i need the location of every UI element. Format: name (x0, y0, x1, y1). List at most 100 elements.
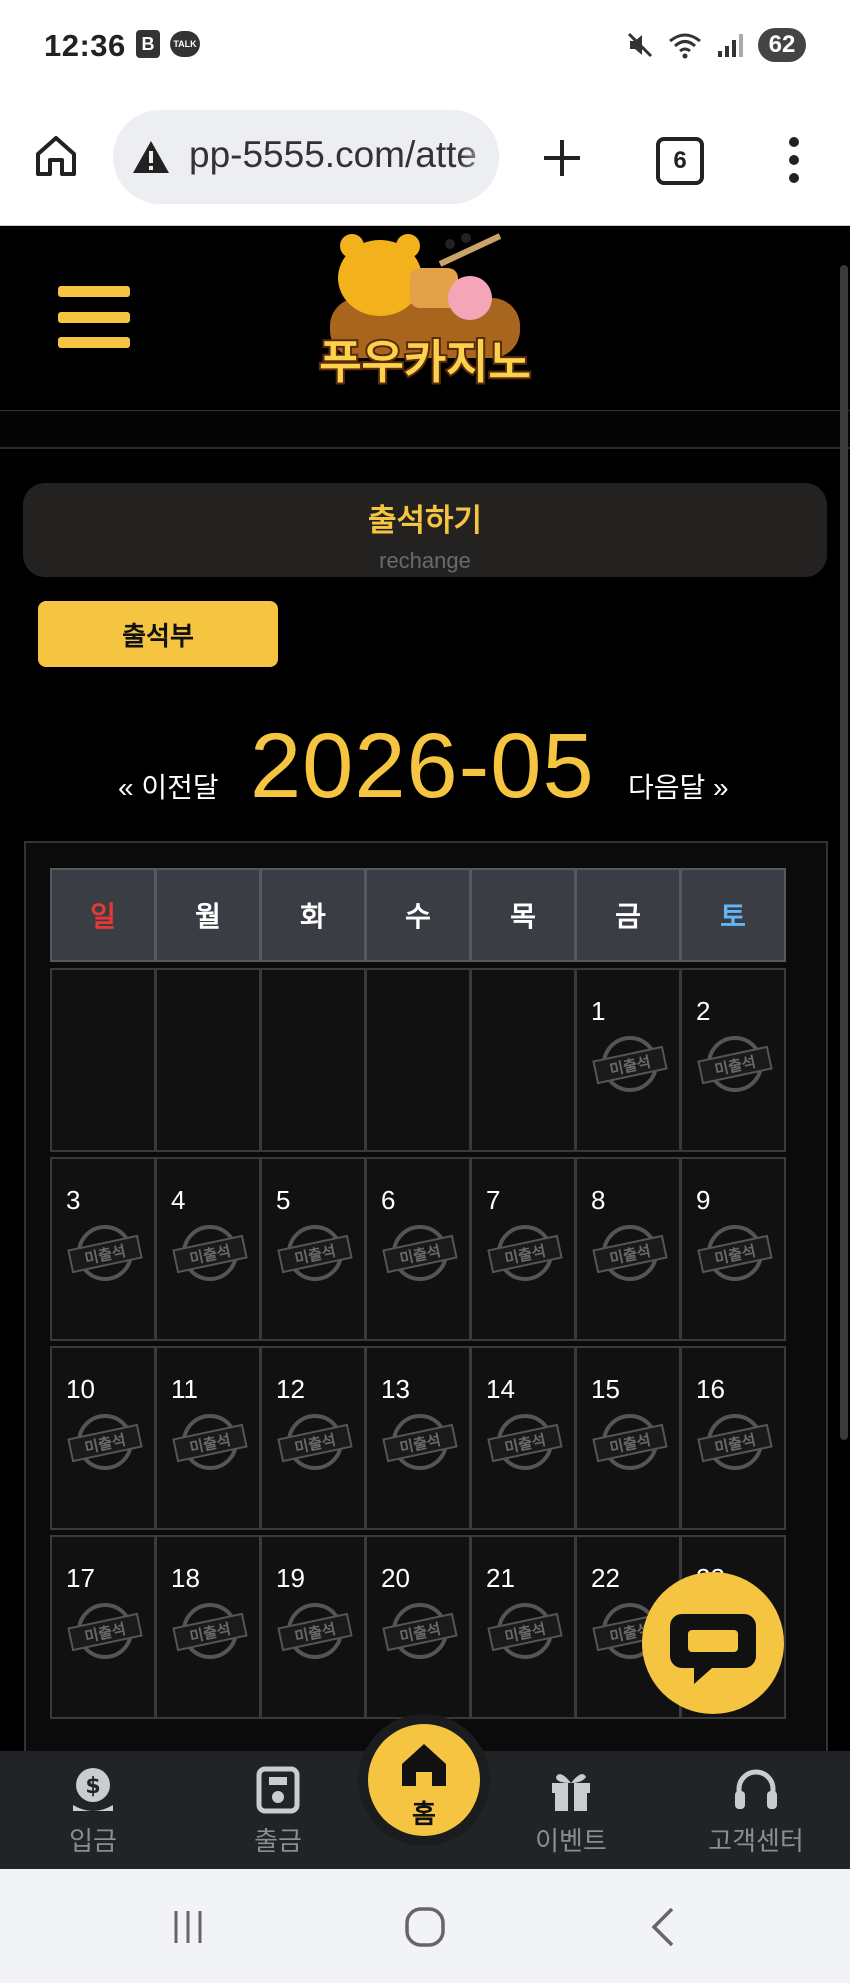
current-month: 2026-05 (250, 715, 595, 817)
calendar-day-number: 10 (66, 1374, 95, 1404)
chat-bubble-icon (670, 1614, 756, 1684)
nav-event[interactable]: 이벤트 (501, 1751, 641, 1869)
b-app-icon: B (136, 30, 160, 58)
url-text: pp-5555.com/atte (189, 134, 477, 175)
site-logo[interactable]: 푸우카지노 (290, 228, 560, 406)
calendar-day-number: 22 (591, 1563, 620, 1593)
calendar-day-number: 3 (66, 1185, 81, 1215)
absent-stamp-icon: 미출석 (592, 1036, 668, 1092)
calendar-day-cell (50, 968, 156, 1152)
more-menu-icon[interactable] (780, 134, 808, 186)
absent-stamp-icon: 미출석 (382, 1225, 458, 1281)
absent-stamp-icon: 미출석 (277, 1603, 353, 1659)
logo-text: 푸우카지노 (319, 335, 531, 389)
calendar-day-number: 4 (171, 1185, 186, 1215)
weekday-header: 수 (365, 868, 471, 962)
calendar-day-number: 17 (66, 1563, 95, 1593)
address-bar[interactable]: pp-5555.com/atte (113, 110, 499, 204)
absent-stamp-icon: 미출석 (382, 1414, 458, 1470)
calendar-day-number: 8 (591, 1185, 606, 1215)
kakaotalk-icon: TALK (170, 31, 200, 57)
browser-home-icon[interactable] (32, 132, 80, 180)
absent-stamp-icon: 미출석 (697, 1414, 773, 1470)
svg-text:$: $ (85, 1774, 100, 1799)
calendar-day-cell: 11 미출석 (155, 1346, 261, 1530)
home-icon (402, 1744, 446, 1786)
absent-stamp-icon: 미출석 (487, 1603, 563, 1659)
header-divider (0, 410, 850, 449)
calendar-day-cell: 5 미출석 (260, 1157, 366, 1341)
absent-stamp-icon: 미출석 (277, 1414, 353, 1470)
next-month-link[interactable]: 다음달 » (628, 766, 729, 806)
weekday-header: 금 (575, 868, 681, 962)
month-navigation: « 이전달 2026-05 다음달 » (0, 700, 850, 820)
calendar-day-number: 6 (381, 1185, 396, 1215)
battery-icon: 62 (758, 28, 806, 62)
calendar-day-cell: 8 미출석 (575, 1157, 681, 1341)
attendance-book-button[interactable]: 출석부 (38, 601, 278, 667)
nav-deposit-label: 입금 (69, 1826, 117, 1856)
tab-switcher-button[interactable]: 6 (656, 137, 704, 185)
absent-stamp-icon: 미출석 (592, 1225, 668, 1281)
home-circle-icon[interactable] (403, 1905, 447, 1949)
weekday-header: 화 (260, 868, 366, 962)
absent-stamp-icon: 미출석 (697, 1225, 773, 1281)
withdraw-icon (256, 1766, 300, 1814)
headset-icon (735, 1769, 777, 1809)
absent-stamp-icon: 미출석 (277, 1225, 353, 1281)
calendar-day-number: 12 (276, 1374, 305, 1404)
calendar-day-cell: 21 미출석 (470, 1535, 576, 1719)
android-nav-bar (0, 1869, 850, 1983)
mute-icon (627, 32, 653, 58)
attendance-title-box: 출석하기 rechange (23, 483, 827, 577)
absent-stamp-icon: 미출석 (382, 1603, 458, 1659)
gift-icon (552, 1774, 590, 1811)
weekday-header: 일 (50, 868, 156, 962)
calendar-day-cell: 10 미출석 (50, 1346, 156, 1530)
nav-support[interactable]: 고객센터 (686, 1751, 826, 1869)
calendar-day-number: 15 (591, 1374, 620, 1404)
nav-home-label: 홈 (412, 1799, 436, 1829)
warning-icon[interactable] (131, 139, 171, 175)
hamburger-menu-icon[interactable] (58, 286, 130, 348)
nav-support-label: 고객센터 (708, 1826, 804, 1856)
calendar-day-cell: 6 미출석 (365, 1157, 471, 1341)
attendance-title: 출석하기 (367, 503, 483, 538)
site-header: 푸우카지노 (0, 226, 850, 410)
calendar-day-cell: 17 미출석 (50, 1535, 156, 1719)
page-scrollbar[interactable] (840, 265, 848, 1440)
chat-button[interactable] (642, 1572, 784, 1714)
calendar-day-cell: 19 미출석 (260, 1535, 366, 1719)
prev-month-link[interactable]: « 이전달 (118, 766, 219, 806)
calendar-day-cell: 15 미출석 (575, 1346, 681, 1530)
nav-home[interactable]: 홈 (368, 1724, 480, 1836)
calendar-day-cell: 4 미출석 (155, 1157, 261, 1341)
calendar-day-cell: 12 미출석 (260, 1346, 366, 1530)
recent-apps-icon[interactable] (168, 1907, 208, 1947)
calendar-day-cell (260, 968, 366, 1152)
calendar-day-cell: 13 미출석 (365, 1346, 471, 1530)
status-time: 12:36 (44, 28, 126, 63)
nav-deposit[interactable]: $ 입금 (23, 1751, 163, 1869)
status-bar: 12:36 B TALK 62 (0, 0, 850, 100)
calendar-day-cell (155, 968, 261, 1152)
absent-stamp-icon: 미출석 (172, 1225, 248, 1281)
absent-stamp-icon: 미출석 (487, 1414, 563, 1470)
calendar-day-cell: 18 미출석 (155, 1535, 261, 1719)
nav-withdraw[interactable]: 출금 (208, 1751, 348, 1869)
absent-stamp-icon: 미출석 (67, 1414, 143, 1470)
nav-withdraw-label: 출금 (254, 1826, 302, 1856)
nav-event-label: 이벤트 (535, 1826, 607, 1856)
absent-stamp-icon: 미출석 (172, 1603, 248, 1659)
calendar-day-cell: 9 미출석 (680, 1157, 786, 1341)
absent-stamp-icon: 미출석 (487, 1225, 563, 1281)
weekday-header: 토 (680, 868, 786, 962)
calendar-day-cell: 2 미출석 (680, 968, 786, 1152)
calendar-day-number: 16 (696, 1374, 725, 1404)
weekday-header: 월 (155, 868, 261, 962)
calendar-day-cell: 20 미출석 (365, 1535, 471, 1719)
new-tab-icon[interactable] (538, 134, 586, 182)
back-icon[interactable] (646, 1905, 680, 1949)
calendar-day-number: 7 (486, 1185, 501, 1215)
calendar-day-number: 19 (276, 1563, 305, 1593)
